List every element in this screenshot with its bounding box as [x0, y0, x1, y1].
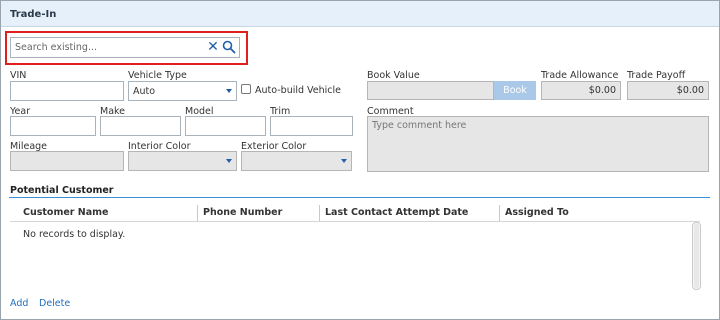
- book-button[interactable]: Book: [494, 81, 536, 100]
- search-icon[interactable]: [222, 40, 238, 56]
- panel-header: Trade-In: [1, 1, 719, 27]
- year-input[interactable]: [10, 116, 96, 136]
- exterior-color-select[interactable]: [241, 151, 352, 171]
- column-divider: [197, 205, 198, 221]
- empty-table-message: No records to display.: [23, 229, 126, 240]
- clear-icon[interactable]: ✕: [205, 39, 221, 55]
- section-divider: [9, 197, 710, 198]
- table-header-divider: [10, 221, 700, 222]
- mileage-input: [10, 151, 124, 171]
- auto-build-checkbox[interactable]: [241, 84, 251, 94]
- column-divider: [319, 205, 320, 221]
- column-header-last-contact-attempt-date[interactable]: Last Contact Attempt Date: [325, 207, 468, 218]
- potential-customer-title: Potential Customer: [10, 185, 114, 196]
- interior-color-select[interactable]: [128, 151, 237, 171]
- column-divider: [499, 205, 500, 221]
- make-input[interactable]: [100, 116, 181, 136]
- add-link[interactable]: Add: [10, 298, 28, 309]
- column-header-customer-name[interactable]: Customer Name: [23, 207, 109, 218]
- model-input[interactable]: [185, 116, 266, 136]
- chevron-down-icon: [341, 159, 347, 163]
- trim-input[interactable]: [270, 116, 353, 136]
- column-header-assigned-to[interactable]: Assigned To: [505, 207, 569, 218]
- column-header-phone-number[interactable]: Phone Number: [203, 207, 282, 218]
- vehicle-type-value: Auto: [133, 86, 156, 97]
- search-box: ✕: [10, 37, 240, 58]
- vehicle-type-label: Vehicle Type: [128, 70, 187, 81]
- trade-allowance-label: Trade Allowance: [541, 70, 619, 81]
- panel-title: Trade-In: [10, 9, 57, 20]
- vin-label: VIN: [10, 70, 27, 81]
- search-input[interactable]: [11, 38, 201, 57]
- scrollbar-thumb[interactable]: [694, 224, 699, 288]
- auto-build-label: Auto-build Vehicle: [255, 85, 342, 96]
- book-value-input: [367, 81, 494, 100]
- trade-allowance-value: $0.00: [541, 81, 621, 100]
- trade-payoff-value: $0.00: [627, 81, 709, 100]
- delete-link[interactable]: Delete: [39, 298, 70, 309]
- chevron-down-icon: [226, 159, 232, 163]
- vin-input[interactable]: [10, 81, 124, 101]
- book-value-label: Book Value: [367, 70, 420, 81]
- chevron-down-icon: [226, 89, 232, 93]
- vehicle-type-select[interactable]: Auto: [128, 81, 237, 101]
- comment-textarea[interactable]: [367, 116, 709, 172]
- table-scrollbar[interactable]: [692, 222, 701, 290]
- trade-payoff-label: Trade Payoff: [627, 70, 686, 81]
